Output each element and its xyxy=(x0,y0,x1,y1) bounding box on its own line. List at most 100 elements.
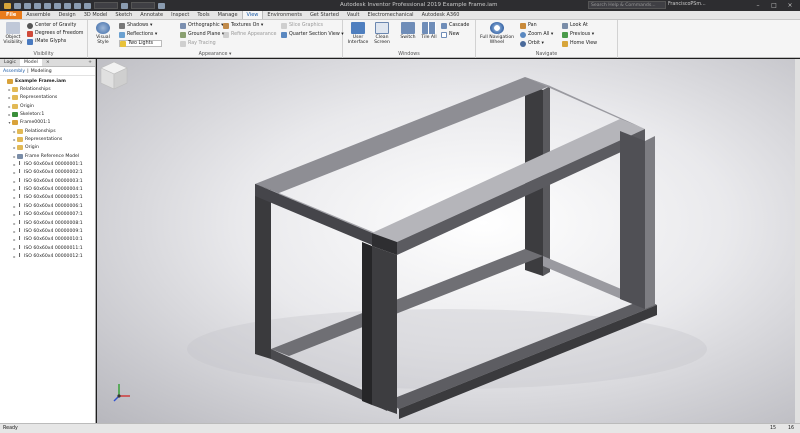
ray-tracing-button[interactable]: Ray Tracing xyxy=(180,40,216,47)
new-icon[interactable] xyxy=(14,2,21,9)
graphics-viewport[interactable] xyxy=(97,59,800,423)
maximize-button[interactable]: □ xyxy=(766,0,782,11)
browser-tree-node[interactable]: ▸ I ISO 60x60x4 00000004:1 xyxy=(0,185,95,193)
browser-tree-node[interactable]: ▸ I ISO 60x60x4 00000006:1 xyxy=(0,202,95,210)
browser-tree-node[interactable]: ▸ I ISO 60x60x4 00000012:1 xyxy=(0,252,95,260)
save-icon[interactable] xyxy=(34,2,41,9)
orthographic-icon xyxy=(180,22,186,29)
previous-view-button[interactable]: Previous ▾ xyxy=(562,31,594,38)
full-navigation-wheel-button[interactable]: Full Navigation Wheel xyxy=(479,22,515,45)
slice-graphics-button[interactable]: Slice Graphics xyxy=(281,22,323,29)
browser-tree-node[interactable]: ▸ Origin xyxy=(0,144,95,152)
browser-tree-node[interactable]: ▸ Origin xyxy=(0,102,95,110)
frame-member-front-left-post[interactable] xyxy=(372,246,397,414)
app-menu-icon[interactable] xyxy=(4,2,11,9)
tab-file[interactable]: File xyxy=(0,11,23,19)
ground-plane-button[interactable]: Ground Plane ▾ xyxy=(180,31,224,38)
textures-on-button[interactable]: Textures On ▾ xyxy=(223,22,263,29)
browser-tree-node[interactable]: Example Frame.iam xyxy=(0,77,95,85)
object-visibility-button[interactable]: Object Visibility xyxy=(3,22,23,45)
viewcube-icon[interactable] xyxy=(97,59,131,93)
browser-tree-node[interactable]: ▸ I ISO 60x60x4 00000002:1 xyxy=(0,169,95,177)
browser-tree-node[interactable]: ▸ I ISO 60x60x4 00000011:1 xyxy=(0,244,95,252)
browser-tree-node[interactable]: ▸ I ISO 60x60x4 00000010:1 xyxy=(0,236,95,244)
tab-design[interactable]: Design xyxy=(54,11,79,19)
close-button[interactable]: × xyxy=(782,0,798,11)
tile-all-button[interactable]: Tile All xyxy=(419,22,439,40)
help-search-input[interactable]: Search Help & Commands... xyxy=(588,1,666,9)
browser-tree-node[interactable]: ▸ Relationships xyxy=(0,127,95,135)
tab-manage[interactable]: Manage xyxy=(214,11,242,19)
degrees-of-freedom-icon xyxy=(27,30,33,37)
tab-vault[interactable]: Vault xyxy=(343,11,364,19)
lighting-dropdown[interactable]: Two Lights xyxy=(119,40,162,47)
clean-screen-button[interactable]: Clean Screen xyxy=(371,22,393,45)
user-interface-button[interactable]: User Interface xyxy=(347,22,369,45)
browser-tree-node[interactable]: ▸ I ISO 60x60x4 00000009:1 xyxy=(0,227,95,235)
user-account[interactable]: FranciscoPSm... xyxy=(668,2,706,7)
new-window-button[interactable]: New xyxy=(441,31,459,38)
home-icon[interactable] xyxy=(64,2,71,9)
browser-tree-node[interactable]: ▸ I ISO 60x60x4 00000001:1 xyxy=(0,160,95,168)
material-dropdown[interactable] xyxy=(94,2,118,9)
minimize-button[interactable]: – xyxy=(750,0,766,11)
look-at-button[interactable]: Look At xyxy=(562,22,588,29)
browser-tree-node[interactable]: ▸ Skeleton:1 xyxy=(0,110,95,118)
browser-tab-model[interactable]: Model xyxy=(20,59,42,66)
visual-style-button[interactable]: Visual Style xyxy=(90,22,116,45)
browser-tree-node[interactable]: ▾ Frame0001:1 xyxy=(0,119,95,127)
center-of-gravity-button[interactable]: Center of Gravity xyxy=(27,22,76,29)
tab-inspect[interactable]: Inspect xyxy=(167,11,193,19)
assembly-mode-link[interactable]: Assembly xyxy=(3,69,25,74)
browser-tree-node[interactable]: ▸ I ISO 60x60x4 00000005:1 xyxy=(0,194,95,202)
pan-icon xyxy=(520,22,526,29)
browser-tree-node[interactable]: ▸ Relationships xyxy=(0,85,95,93)
viewport-scrollbar[interactable] xyxy=(795,59,800,423)
browser-add-tab[interactable]: + xyxy=(85,59,95,66)
orbit-button[interactable]: Orbit ▾ xyxy=(520,40,544,47)
degrees-of-freedom-button[interactable]: Degrees of Freedom xyxy=(27,30,83,37)
tab-tools[interactable]: Tools xyxy=(193,11,213,19)
tab-view[interactable]: View xyxy=(241,11,264,19)
frame-member-front-right-post[interactable] xyxy=(620,131,645,309)
frame-member-back-left-post[interactable] xyxy=(255,184,271,359)
tab-autodesk-a360[interactable]: Autodesk A360 xyxy=(418,11,464,19)
pan-button[interactable]: Pan xyxy=(520,22,537,29)
browser-tree-node[interactable]: ▸ Representations xyxy=(0,135,95,143)
orthographic-button[interactable]: Orthographic ▾ xyxy=(180,22,224,29)
tab-annotate[interactable]: Annotate xyxy=(136,11,167,19)
material-icon[interactable] xyxy=(84,2,91,9)
frame-model[interactable] xyxy=(97,59,800,423)
tree-node-label: ISO 60x60x4 00000006:1 xyxy=(24,203,83,209)
browser-tab-close[interactable]: × xyxy=(42,59,54,66)
zoom-all-button[interactable]: Zoom All ▾ xyxy=(520,31,553,38)
open-icon[interactable] xyxy=(24,2,31,9)
browser-tree-node[interactable]: ▸ Representations xyxy=(0,94,95,102)
browser-tab-logic[interactable]: Logic xyxy=(0,59,20,66)
modeling-mode-link[interactable]: Modeling xyxy=(31,69,52,74)
cascade-button[interactable]: Cascade xyxy=(441,22,469,29)
shadows-button[interactable]: Shadows ▾ xyxy=(119,22,152,29)
quarter-section-view-button[interactable]: Quarter Section View ▾ xyxy=(281,31,344,38)
browser-tree-node[interactable]: ▸ I ISO 60x60x4 00000003:1 xyxy=(0,177,95,185)
browser-tree-node[interactable]: ▸ I ISO 60x60x4 00000008:1 xyxy=(0,219,95,227)
select-icon[interactable] xyxy=(74,2,81,9)
tab-get-started[interactable]: Get Started xyxy=(306,11,343,19)
browser-tree-node[interactable]: ▸ I ISO 60x60x4 00000007:1 xyxy=(0,211,95,219)
reflections-button[interactable]: Reflections ▾ xyxy=(119,31,157,38)
update-icon[interactable] xyxy=(158,2,165,9)
undo-icon[interactable] xyxy=(44,2,51,9)
tab-sketch[interactable]: Sketch xyxy=(111,11,136,19)
tab-electromechanical[interactable]: Electromechanical xyxy=(364,11,418,19)
redo-icon[interactable] xyxy=(54,2,61,9)
tab-3d-model[interactable]: 3D Model xyxy=(80,11,112,19)
imate-glyphs-button[interactable]: iMate Glyphs xyxy=(27,38,66,45)
browser-tree-node[interactable]: ▸ Frame Reference Model xyxy=(0,152,95,160)
home-view-button[interactable]: Home View xyxy=(562,40,597,47)
tab-assemble[interactable]: Assemble xyxy=(22,11,54,19)
refine-appearance-button[interactable]: Refine Appearance xyxy=(223,31,276,38)
appearance-dropdown[interactable] xyxy=(131,2,155,9)
appearance-icon[interactable] xyxy=(121,2,128,9)
tab-environments[interactable]: Environments xyxy=(263,11,306,19)
switch-button[interactable]: Switch xyxy=(398,22,418,40)
